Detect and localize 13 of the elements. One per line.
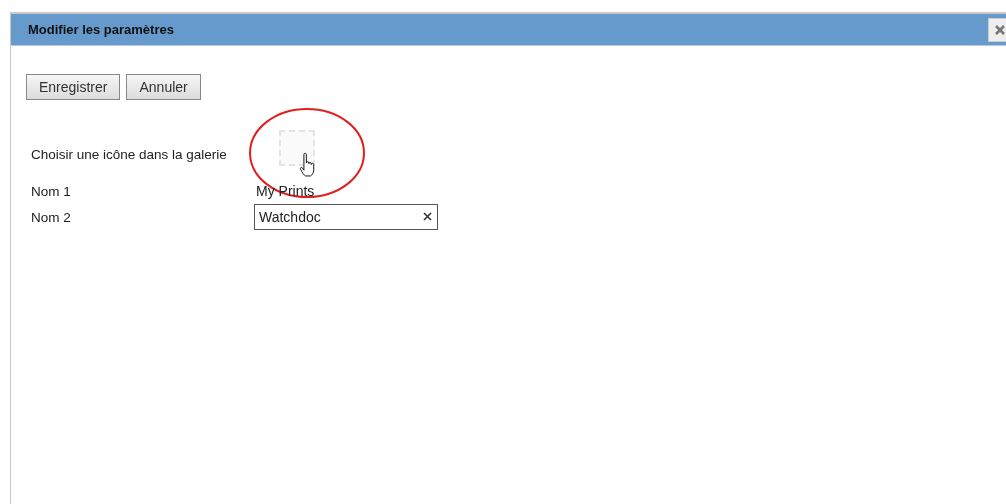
field-label: Nom 2 bbox=[31, 209, 71, 225]
field-label: Nom 1 bbox=[31, 183, 71, 199]
dialog-title: Modifier les paramètres bbox=[28, 22, 174, 37]
gallery-label: Choisir une icône dans la galerie bbox=[31, 146, 228, 162]
dialog-button[interactable]: Enregistrer bbox=[26, 74, 121, 100]
close-icon bbox=[995, 24, 1005, 35]
field-value: My Prints bbox=[255, 183, 315, 199]
clear-icon[interactable] bbox=[423, 212, 432, 221]
dialog-button[interactable]: Annuler bbox=[126, 74, 201, 100]
hand-cursor-icon bbox=[299, 152, 317, 177]
close-button[interactable] bbox=[988, 17, 1006, 42]
icon-placeholder[interactable] bbox=[279, 130, 315, 166]
name-input[interactable]: Watchdoc bbox=[254, 204, 438, 230]
